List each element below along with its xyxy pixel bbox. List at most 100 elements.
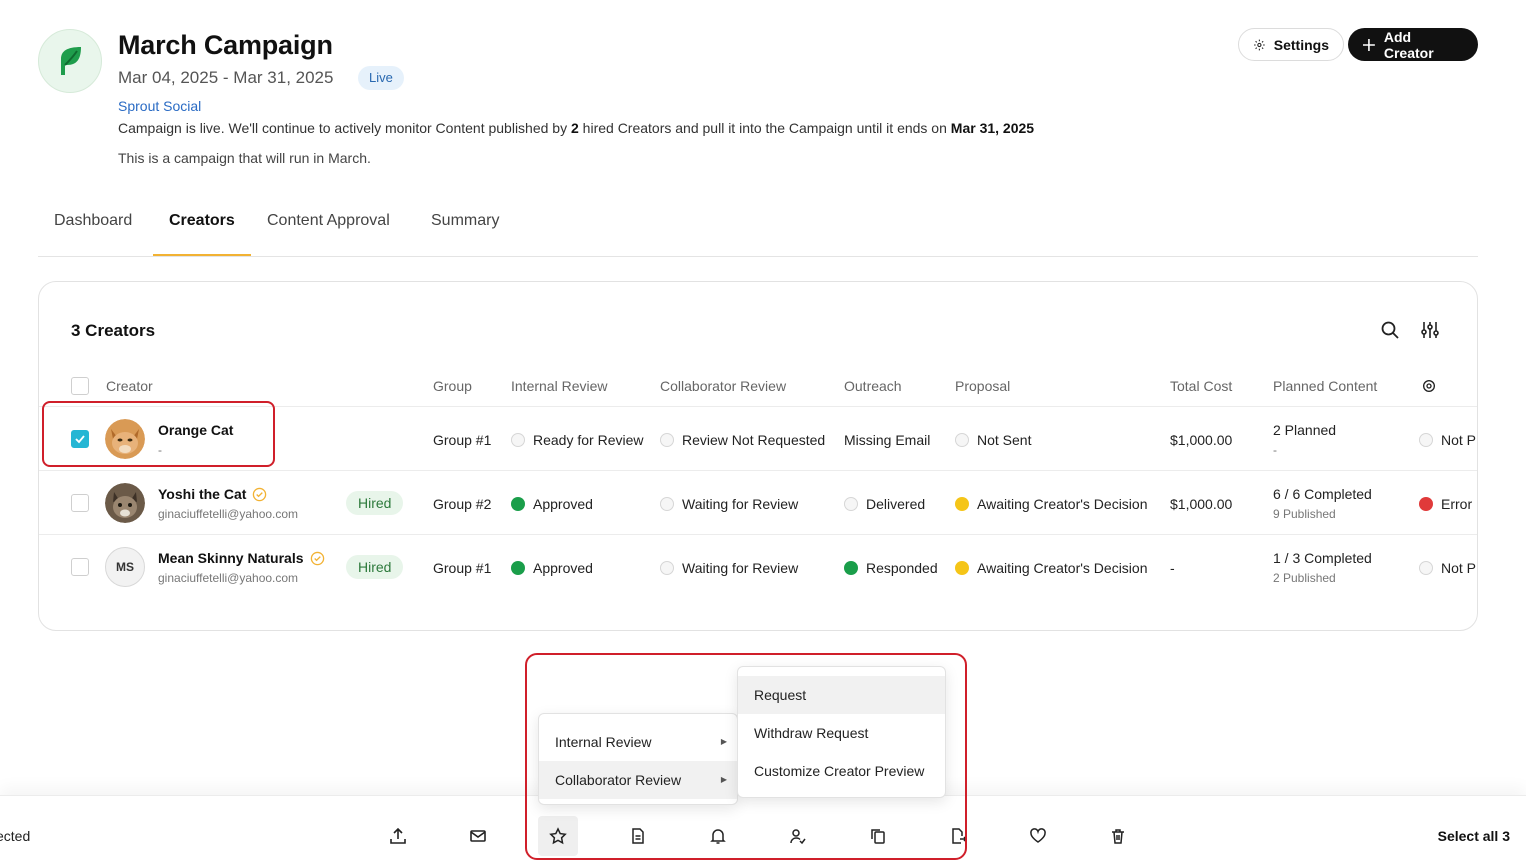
status-dot [511, 433, 525, 447]
brand-link[interactable]: Sprout Social [118, 98, 201, 114]
delete-button[interactable] [1098, 816, 1138, 856]
tab-dashboard[interactable]: Dashboard [54, 212, 132, 256]
status-dot [660, 433, 674, 447]
filter-sliders-icon[interactable] [1420, 320, 1440, 340]
mail-icon [470, 830, 486, 842]
column-header-internal-review[interactable]: Internal Review [511, 378, 608, 394]
creator-name[interactable]: Mean Skinny Naturals [158, 550, 304, 566]
row-checkbox[interactable] [71, 494, 89, 512]
live-desc-text: Campaign is live. We'll continue to acti… [118, 120, 571, 136]
status-dot [1419, 433, 1433, 447]
status-dot [511, 561, 525, 575]
column-header-outreach[interactable]: Outreach [844, 378, 902, 394]
hired-badge: Hired [346, 491, 404, 515]
gear-icon [1254, 39, 1265, 50]
hired-badge: Hired [346, 555, 404, 579]
proposal-cell: Awaiting Creator's Decision [955, 496, 1148, 512]
planned-content-sub: - [1273, 443, 1277, 457]
planned-content-cell: 6 / 6 Completed [1273, 486, 1372, 502]
collaborator-review-cell: Waiting for Review [660, 560, 798, 576]
status-dot [955, 433, 969, 447]
collaborator-review-cell: Review Not Requested [660, 432, 825, 448]
total-cost-cell: - [1170, 560, 1175, 576]
live-desc-text-2: hired Creators and pull it into the Camp… [578, 120, 951, 136]
add-creator-label: Add Creator [1383, 28, 1434, 61]
table-row[interactable]: MS Mean Skinny Naturals ginaciuffetelli@… [39, 534, 1477, 598]
internal-review-cell: Ready for Review [511, 432, 644, 448]
group-cell: Group #1 [433, 560, 492, 576]
collaborator-review-status: Waiting for Review [682, 560, 799, 576]
trash-icon [1112, 829, 1124, 844]
column-settings-gear-icon[interactable] [1421, 378, 1437, 394]
selection-highlight [42, 401, 275, 467]
export-button[interactable] [378, 816, 418, 856]
tab-content-approval[interactable]: Content Approval [267, 212, 390, 256]
overflow-status: Not P [1441, 432, 1477, 448]
column-header-creator[interactable]: Creator [106, 378, 153, 394]
status-dot [511, 497, 525, 511]
brand-logo [38, 29, 102, 93]
internal-review-cell: Approved [511, 560, 593, 576]
planned-content-sub: 2 Published [1273, 571, 1336, 585]
plus-icon [1362, 38, 1375, 51]
sprout-leaf-icon [61, 47, 81, 75]
planned-content-cell: 1 / 3 Completed [1273, 550, 1372, 566]
settings-label: Settings [1273, 36, 1329, 53]
proposal-cell: Awaiting Creator's Decision [955, 560, 1148, 576]
status-dot [1419, 497, 1433, 511]
creator-name[interactable]: Yoshi the Cat [158, 486, 246, 502]
proposal-status: Awaiting Creator's Decision [977, 560, 1148, 576]
planned-content-sub: 9 Published [1273, 507, 1336, 521]
table-row[interactable]: Yoshi the Cat ginaciuffetelli@yahoo.com … [39, 470, 1477, 534]
outreach-status: Delivered [866, 496, 926, 512]
creator-email: ginaciuffetelli@yahoo.com [158, 571, 299, 585]
campaign-dates: Mar 04, 2025 - Mar 31, 2025 [118, 68, 334, 87]
add-creator-button[interactable]: Add Creator [1348, 28, 1478, 61]
internal-review-cell: Approved [511, 496, 593, 512]
overflow-status: Not P [1441, 560, 1477, 576]
column-header-planned-content[interactable]: Planned Content [1273, 378, 1377, 394]
overflow-status-cell: Not P [1419, 432, 1476, 448]
settings-button[interactable]: Settings [1238, 28, 1344, 61]
email-button[interactable] [458, 816, 498, 856]
overflow-status-cell: Error [1419, 496, 1472, 512]
column-header-total-cost[interactable]: Total Cost [1170, 378, 1232, 394]
tab-creators[interactable]: Creators [169, 212, 235, 256]
collaborator-review-cell: Waiting for Review [660, 496, 798, 512]
select-all-button[interactable]: Select all 3 [1438, 828, 1510, 844]
status-dot [955, 497, 969, 511]
collaborator-review-status: Review Not Requested [682, 432, 826, 448]
campaign-end-date: Mar 31, 2025 [950, 120, 1035, 136]
menu-highlight [525, 653, 967, 860]
outreach-cell: Missing Email [844, 432, 931, 448]
planned-content-cell: 2 Planned [1273, 422, 1337, 438]
column-header-proposal[interactable]: Proposal [955, 378, 1010, 394]
campaign-live-description: Campaign is live. We'll continue to acti… [118, 120, 1034, 136]
heart-icon [1030, 828, 1046, 843]
status-dot [660, 561, 674, 575]
selected-count-label: ected [0, 828, 31, 844]
hired-count: 2 [570, 120, 579, 136]
internal-review-status: Approved [533, 560, 593, 576]
group-cell: Group #1 [433, 432, 492, 448]
favorite-button[interactable] [1018, 816, 1058, 856]
upload-icon [390, 827, 406, 844]
select-all-checkbox[interactable] [71, 377, 89, 395]
tab-summary[interactable]: Summary [431, 212, 499, 256]
row-checkbox[interactable] [71, 558, 89, 576]
outreach-status: Responded [866, 560, 938, 576]
avatar: MS [105, 547, 145, 587]
column-header-group[interactable]: Group [433, 378, 472, 394]
page-title: March Campaign [118, 30, 333, 60]
avatar [105, 483, 145, 523]
search-icon[interactable] [1380, 320, 1400, 340]
status-dot [1419, 561, 1433, 575]
status-dot [955, 561, 969, 575]
outreach-cell: Responded [844, 560, 938, 576]
proposal-status: Awaiting Creator's Decision [977, 496, 1148, 512]
column-header-collaborator-review[interactable]: Collaborator Review [660, 378, 786, 394]
verified-badge-icon [252, 487, 267, 502]
tab-bar: Dashboard Creators Content Approval Summ… [38, 200, 1478, 257]
outreach-cell: Delivered [844, 496, 925, 512]
collaborator-review-status: Waiting for Review [682, 496, 799, 512]
